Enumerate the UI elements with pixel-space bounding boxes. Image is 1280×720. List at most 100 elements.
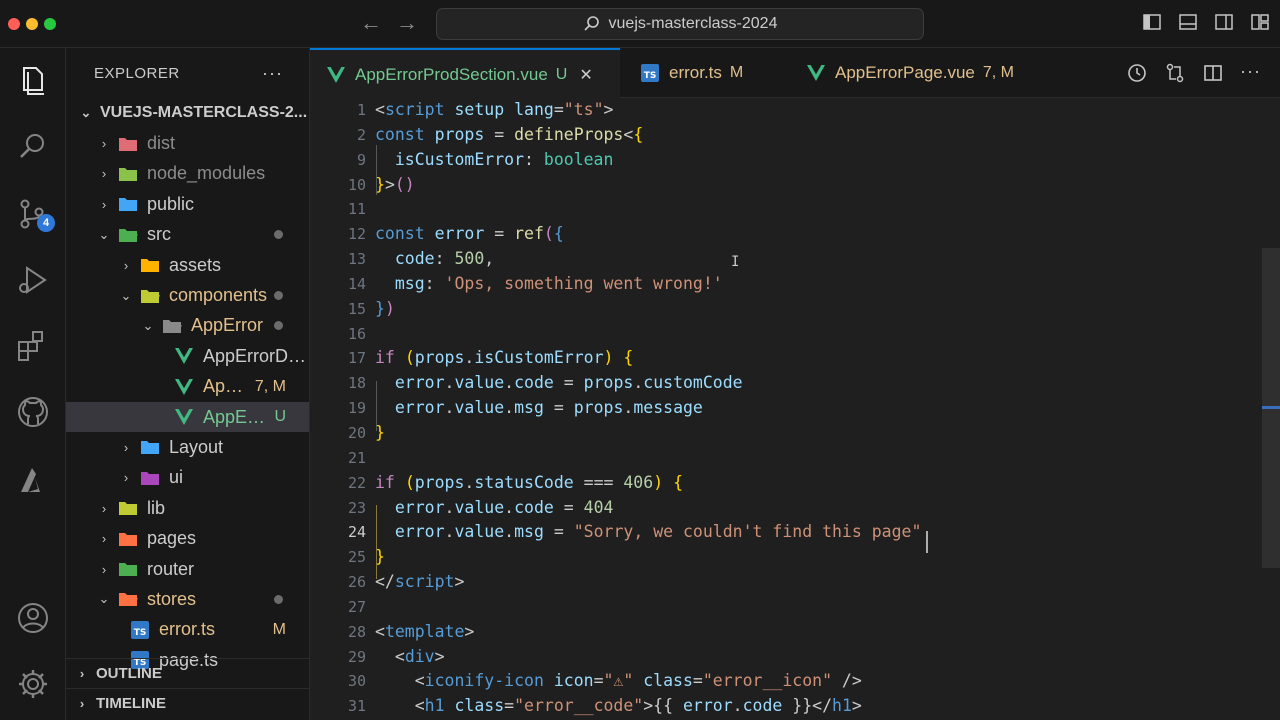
- toggle-panel-icon[interactable]: [1178, 12, 1198, 32]
- line-number: 19: [347, 399, 366, 418]
- git-status-badge: 7, M: [254, 377, 286, 395]
- timeline-section[interactable]: › TIMELINE: [66, 688, 309, 718]
- vue-file-icon: [326, 65, 346, 85]
- more-actions-icon[interactable]: ···: [1240, 62, 1262, 84]
- code-token: >{{: [643, 696, 683, 716]
- settings-gear-icon[interactable]: [15, 666, 51, 702]
- compare-changes-icon[interactable]: [1164, 62, 1186, 84]
- activity-bar: 4: [0, 48, 66, 720]
- editor-tab[interactable]: AppErrorProdSection.vue U ✕: [310, 48, 620, 99]
- code-line[interactable]: error.value.msg = "Sorry, we couldn't fi…: [375, 520, 1265, 545]
- folder-item[interactable]: › assets: [66, 250, 309, 280]
- code-line[interactable]: if (props.isCustomError) {: [375, 346, 1265, 371]
- explorer-icon[interactable]: [15, 62, 51, 98]
- folder-item[interactable]: › pages: [66, 523, 309, 553]
- folder-item[interactable]: › Layout: [66, 432, 309, 462]
- code-token: <: [375, 100, 385, 119]
- folder-item[interactable]: › dist: [66, 128, 309, 158]
- code-token: ,: [484, 249, 495, 269]
- search-icon[interactable]: [15, 128, 51, 164]
- code-token: {: [623, 348, 634, 368]
- editor-tab[interactable]: AppErrorPage.vue 7, M: [790, 48, 1050, 98]
- folder-item[interactable]: ⌄ components: [66, 280, 309, 310]
- code-line[interactable]: <script setup lang="ts">: [375, 98, 1265, 123]
- code-line[interactable]: msg: 'Ops, something went wrong!': [375, 272, 1265, 297]
- code-lines[interactable]: <script setup lang="ts"> const props = de…: [375, 98, 1265, 719]
- code-line[interactable]: <iconify-icon icon="⚠" class="error__ico…: [375, 669, 1265, 694]
- code-line[interactable]: error.value.code = 404: [375, 496, 1265, 521]
- code-line[interactable]: code: 500,: [375, 247, 1265, 272]
- toggle-secondary-sidebar-icon[interactable]: [1214, 12, 1234, 32]
- github-icon[interactable]: [15, 394, 51, 430]
- code-token: (: [543, 224, 554, 244]
- code-line[interactable]: isCustomError: boolean: [375, 148, 1265, 173]
- code-line[interactable]: }: [375, 421, 1265, 446]
- workspace-root[interactable]: ⌄ VUEJS-MASTERCLASS-2...: [66, 98, 309, 128]
- source-control-icon[interactable]: 4: [15, 196, 55, 232]
- code-token: script: [394, 572, 455, 592]
- file-item[interactable]: TS error.ts M: [66, 615, 309, 645]
- code-line[interactable]: }>(): [375, 173, 1265, 198]
- split-editor-icon[interactable]: [1202, 62, 1224, 84]
- extensions-icon[interactable]: [15, 328, 51, 364]
- code-line[interactable]: }): [375, 297, 1265, 322]
- more-actions-icon[interactable]: ···: [262, 63, 283, 84]
- folder-item[interactable]: ⌄ src: [66, 220, 309, 250]
- folder-item[interactable]: ⌄ stores: [66, 584, 309, 614]
- azure-icon[interactable]: [15, 462, 51, 498]
- code-token: ): [384, 298, 395, 318]
- code-line[interactable]: <div>: [375, 645, 1265, 670]
- code-line[interactable]: if (props.statusCode === 406) {: [375, 471, 1265, 496]
- run-debug-icon[interactable]: [15, 262, 51, 298]
- file-item[interactable]: AppError... U: [66, 401, 309, 433]
- code-line[interactable]: error.value.msg = props.message: [375, 396, 1265, 421]
- minimize-window-button[interactable]: [26, 18, 38, 30]
- tree-item-label: assets: [169, 254, 222, 275]
- file-item[interactable]: AppEr... 7, M: [66, 372, 309, 402]
- outline-section[interactable]: › OUTLINE: [66, 658, 309, 688]
- maximize-window-button[interactable]: [44, 18, 56, 30]
- file-item[interactable]: AppErrorDev...: [66, 341, 309, 371]
- forward-arrow-icon[interactable]: →: [396, 10, 418, 36]
- chevron-right-icon: ›: [123, 439, 129, 455]
- code-line[interactable]: </script>: [375, 570, 1265, 595]
- code-line[interactable]: const props = defineProps<{: [375, 123, 1265, 148]
- line-number: 1: [356, 101, 366, 119]
- close-window-button[interactable]: [8, 18, 20, 30]
- code-line[interactable]: [375, 446, 1265, 471]
- code-token: code: [375, 249, 435, 269]
- code-token: if: [375, 348, 395, 368]
- code-line[interactable]: }: [375, 545, 1265, 570]
- folder-item[interactable]: › router: [66, 554, 309, 584]
- code-token: props: [424, 124, 485, 144]
- tree-item-label: AppEr...: [203, 376, 249, 397]
- editor-tab[interactable]: TS error.ts M: [624, 48, 790, 98]
- line-number: 29: [347, 647, 366, 666]
- line-number: 18: [347, 374, 366, 393]
- close-tab-icon[interactable]: ✕: [579, 65, 592, 85]
- folder-item[interactable]: › lib: [66, 493, 309, 523]
- code-token: .: [504, 522, 515, 542]
- code-line[interactable]: <template>: [375, 620, 1265, 645]
- folder-item[interactable]: › public: [66, 189, 309, 219]
- code-line[interactable]: const error = ref({: [375, 222, 1265, 247]
- folder-item[interactable]: › ui: [66, 463, 309, 493]
- code-editor[interactable]: 1 2 9 10 11 12 13 14 15 16 17 18 19 20 21 22 23 24 25 26 27 2…: [310, 98, 1280, 720]
- account-icon[interactable]: [15, 600, 51, 636]
- customize-layout-icon[interactable]: [1250, 12, 1270, 32]
- back-arrow-icon[interactable]: ←: [360, 10, 382, 36]
- chevron-down-icon: ⌄: [98, 591, 110, 607]
- timeline-history-icon[interactable]: [1126, 62, 1148, 84]
- command-center-search[interactable]: vuejs-masterclass-2024: [436, 8, 924, 40]
- code-token: >: [434, 646, 445, 666]
- code-token: message: [633, 398, 703, 418]
- code-line[interactable]: [375, 595, 1265, 620]
- toggle-primary-sidebar-icon[interactable]: [1142, 12, 1162, 32]
- folder-item[interactable]: ⌄ AppError: [66, 311, 309, 341]
- code-line[interactable]: error.value.code = props.customCode: [375, 371, 1265, 396]
- folder-item[interactable]: › node_modules: [66, 159, 309, 189]
- code-token: >: [851, 696, 862, 716]
- code-line[interactable]: [375, 322, 1265, 347]
- code-line[interactable]: <h1 class="error__code">{{ error.code }}…: [375, 694, 1265, 719]
- code-line[interactable]: [375, 197, 1265, 222]
